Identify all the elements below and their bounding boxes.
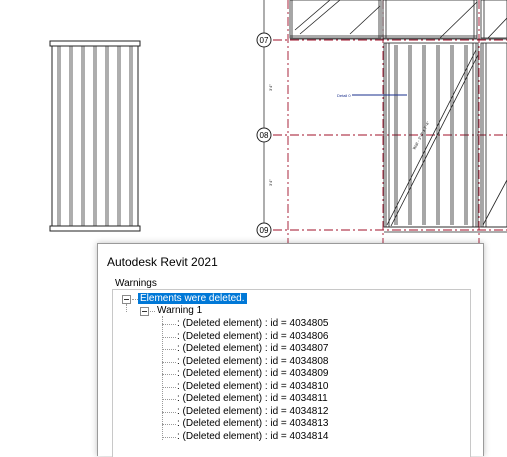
tree-connector (162, 411, 176, 413)
dimension-label-2: 3'4" (268, 179, 273, 186)
svg-text:08: 08 (260, 131, 269, 140)
dimension-label-1: 3'4" (268, 84, 273, 91)
grid-marker-07[interactable]: 07 (256, 32, 272, 48)
deleted-element-item[interactable]: : (Deleted element) : id = 4034805 (177, 318, 328, 330)
deleted-element-item[interactable]: : (Deleted element) : id = 4034814 (177, 431, 328, 443)
tree-connector (162, 436, 176, 438)
revit-dialog: Autodesk Revit 2021 Warnings Elements we… (97, 243, 484, 457)
warnings-tree[interactable]: Elements were deleted. Warning 1 : (Dele… (112, 289, 471, 457)
detail-annotation[interactable]: Detail 0 (337, 93, 407, 98)
dialog-title: Autodesk Revit 2021 (107, 255, 218, 269)
grid-marker-09[interactable]: 09 (256, 222, 272, 238)
warnings-label: Warnings (115, 278, 157, 289)
tree-connector (162, 386, 176, 388)
tree-connector (162, 324, 176, 325)
svg-text:07: 07 (260, 36, 269, 45)
collapse-warning-icon[interactable] (140, 307, 149, 316)
tree-connector (162, 316, 163, 440)
detail-annotation-label: Detail 0 (337, 93, 351, 98)
tree-connector (150, 311, 155, 312)
grid-lines (273, 0, 507, 243)
tree-connector (162, 336, 176, 338)
tree-root-item[interactable]: Elements were deleted. (138, 293, 247, 305)
tree-connector (162, 399, 176, 400)
tree-warning-group[interactable]: Warning 1 (157, 305, 202, 317)
deleted-element-item[interactable]: : (Deleted element) : id = 4034806 (177, 331, 328, 343)
deleted-element-item[interactable]: : (Deleted element) : id = 4034809 (177, 368, 328, 380)
tree-connector (126, 304, 127, 312)
deleted-element-item[interactable]: : (Deleted element) : id = 4034813 (177, 418, 328, 430)
tree-connector (162, 349, 176, 350)
tree-connector (162, 361, 176, 363)
tree-warning-label: Warning 1 (157, 305, 203, 316)
tree-connector (162, 424, 176, 425)
curtain-wall-panel-main (383, 42, 507, 233)
left-panel-element (49, 40, 141, 232)
deleted-element-item[interactable]: : (Deleted element) : id = 4034810 (177, 381, 328, 393)
svg-text:09: 09 (260, 226, 269, 235)
grid-marker-08[interactable]: 08 (256, 127, 272, 143)
tree-root-label: Elements were deleted. (138, 293, 247, 304)
deleted-element-item[interactable]: : (Deleted element) : id = 4034808 (177, 356, 328, 368)
curtain-wall-panels (289, 0, 507, 40)
deleted-element-item[interactable]: : (Deleted element) : id = 4034811 (177, 393, 328, 405)
deleted-element-item[interactable]: : (Deleted element) : id = 4034807 (177, 343, 328, 355)
deleted-element-item[interactable]: : (Deleted element) : id = 4034812 (177, 406, 328, 418)
collapse-root-icon[interactable] (122, 295, 131, 304)
tree-connector (162, 374, 176, 375)
